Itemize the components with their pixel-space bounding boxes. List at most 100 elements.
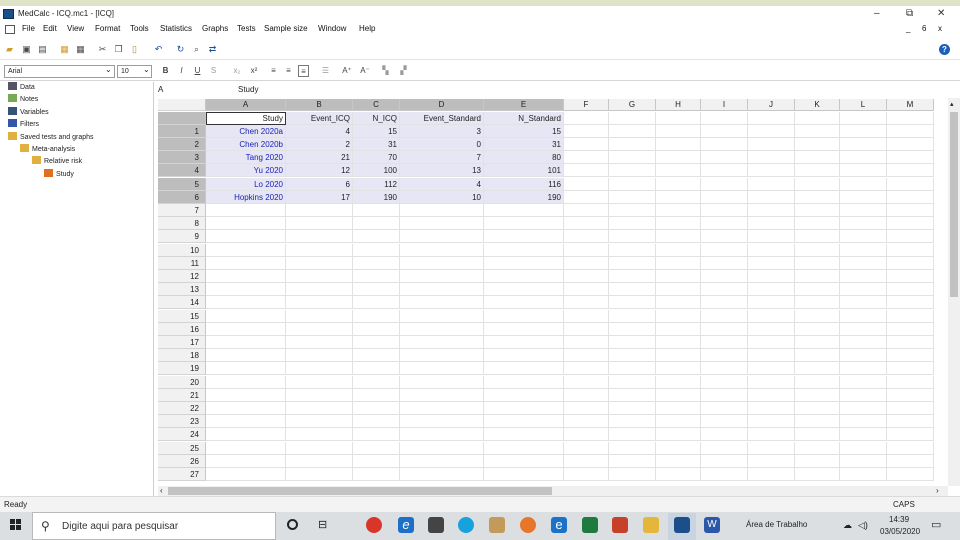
- grid-cell[interactable]: [795, 190, 840, 204]
- row-header[interactable]: 9: [158, 230, 206, 244]
- clear-format-icon[interactable]: ▚: [380, 65, 391, 77]
- grid-cell[interactable]: [609, 230, 656, 244]
- grid-cell[interactable]: [840, 164, 887, 178]
- grid-cell[interactable]: [656, 441, 701, 455]
- grid-cell[interactable]: [400, 283, 484, 297]
- grid-cell[interactable]: [484, 243, 564, 257]
- powerpoint-icon[interactable]: [612, 517, 628, 533]
- grid-cell[interactable]: [656, 137, 701, 152]
- row-header[interactable]: 2: [158, 137, 206, 152]
- grid-cell[interactable]: [748, 111, 795, 125]
- grid-cell[interactable]: [795, 217, 840, 231]
- tree-item[interactable]: Data: [8, 82, 35, 94]
- grid-cell[interactable]: [609, 283, 656, 297]
- grid-cell[interactable]: [564, 296, 609, 310]
- grid-cell[interactable]: [609, 190, 656, 204]
- value-cell[interactable]: 4: [286, 124, 353, 138]
- cell-content-input[interactable]: Study: [238, 85, 938, 96]
- grid-cell[interactable]: [887, 388, 934, 402]
- grid-cell[interactable]: [701, 401, 748, 416]
- grid-corner[interactable]: [158, 99, 206, 111]
- study-cell[interactable]: Chen 2020b: [206, 137, 286, 152]
- grid-cell[interactable]: [484, 415, 564, 429]
- row-header[interactable]: 19: [158, 362, 206, 376]
- grid-cell[interactable]: [748, 137, 795, 152]
- row-header[interactable]: 8: [158, 217, 206, 231]
- grid-cell[interactable]: [887, 349, 934, 363]
- skype-icon[interactable]: [458, 517, 474, 533]
- grid-cell[interactable]: [609, 151, 656, 165]
- grid-cell[interactable]: [840, 401, 887, 416]
- value-cell[interactable]: 190: [353, 190, 400, 204]
- value-cell[interactable]: 13: [400, 164, 484, 178]
- align-right-icon[interactable]: ≡: [298, 65, 309, 77]
- value-cell[interactable]: 2: [286, 137, 353, 152]
- grid-cell[interactable]: [795, 111, 840, 125]
- grid-cell[interactable]: [887, 217, 934, 231]
- grid-cell[interactable]: [353, 388, 400, 402]
- value-cell[interactable]: 12: [286, 164, 353, 178]
- grid-cell[interactable]: [840, 467, 887, 482]
- grid-cell[interactable]: [840, 349, 887, 363]
- grid-cell[interactable]: [748, 309, 795, 323]
- column-name-cell[interactable]: N_Standard: [484, 111, 564, 125]
- row-header[interactable]: 1: [158, 124, 206, 138]
- grid-cell[interactable]: [795, 151, 840, 165]
- grid-cell[interactable]: [484, 428, 564, 442]
- italic-button[interactable]: I: [176, 65, 187, 77]
- grid-cell[interactable]: [206, 441, 286, 455]
- grid-cell[interactable]: [748, 428, 795, 442]
- grid-cell[interactable]: [400, 256, 484, 270]
- grid-cell[interactable]: [795, 401, 840, 416]
- study-cell[interactable]: Chen 2020a: [206, 124, 286, 138]
- task-view-icon[interactable]: ⊟: [318, 518, 327, 531]
- grid-cell[interactable]: [286, 362, 353, 376]
- shrink-font-button[interactable]: A⁻: [358, 65, 372, 77]
- study-cell[interactable]: Yu 2020: [206, 164, 286, 178]
- grid-cell[interactable]: [564, 177, 609, 191]
- grid-cell[interactable]: [701, 309, 748, 323]
- grid-cell[interactable]: [609, 164, 656, 178]
- grid-cell[interactable]: [840, 415, 887, 429]
- row-header[interactable]: 16: [158, 322, 206, 336]
- grid-cell[interactable]: [286, 217, 353, 231]
- grid-cell[interactable]: [564, 401, 609, 416]
- grid-cell[interactable]: [701, 322, 748, 336]
- grid-cell[interactable]: [887, 151, 934, 165]
- row-header[interactable]: 10: [158, 243, 206, 257]
- grid-cell[interactable]: [564, 137, 609, 152]
- grid-cell[interactable]: [286, 203, 353, 218]
- paste-icon[interactable]: ▯: [128, 43, 141, 56]
- column-name-cell[interactable]: Event_Standard: [400, 111, 484, 125]
- grid-cell[interactable]: [748, 164, 795, 178]
- grid-cell[interactable]: [400, 454, 484, 468]
- menu-graphs[interactable]: Graphs: [202, 24, 228, 33]
- grid-cell[interactable]: [795, 230, 840, 244]
- grid-cell[interactable]: [286, 256, 353, 270]
- vertical-scrollbar[interactable]: ▴: [948, 98, 960, 486]
- menu-window[interactable]: Window: [318, 24, 346, 33]
- copy-icon[interactable]: ❐: [112, 43, 125, 56]
- grid-cell[interactable]: [353, 309, 400, 323]
- value-cell[interactable]: 17: [286, 190, 353, 204]
- grid-cell[interactable]: [840, 137, 887, 152]
- mdi-restore-button[interactable]: 6: [922, 24, 926, 33]
- grid-cell[interactable]: [484, 322, 564, 336]
- save-icon[interactable]: ▣: [20, 43, 33, 56]
- grid-cell[interactable]: [840, 190, 887, 204]
- grid-cell[interactable]: [887, 203, 934, 218]
- grid-cell[interactable]: [609, 322, 656, 336]
- grid-cell[interactable]: [840, 111, 887, 125]
- grid-cell[interactable]: [748, 243, 795, 257]
- grid-cell[interactable]: [656, 296, 701, 310]
- row-header[interactable]: 18: [158, 349, 206, 363]
- grid-cell[interactable]: [701, 164, 748, 178]
- value-cell[interactable]: 80: [484, 151, 564, 165]
- grid-cell[interactable]: [400, 217, 484, 231]
- chrome-icon[interactable]: [366, 517, 382, 533]
- grid-cell[interactable]: [400, 296, 484, 310]
- grid-cell[interactable]: [748, 441, 795, 455]
- column-header[interactable]: A: [206, 99, 286, 111]
- grid-cell[interactable]: [748, 335, 795, 350]
- row-header[interactable]: 15: [158, 309, 206, 323]
